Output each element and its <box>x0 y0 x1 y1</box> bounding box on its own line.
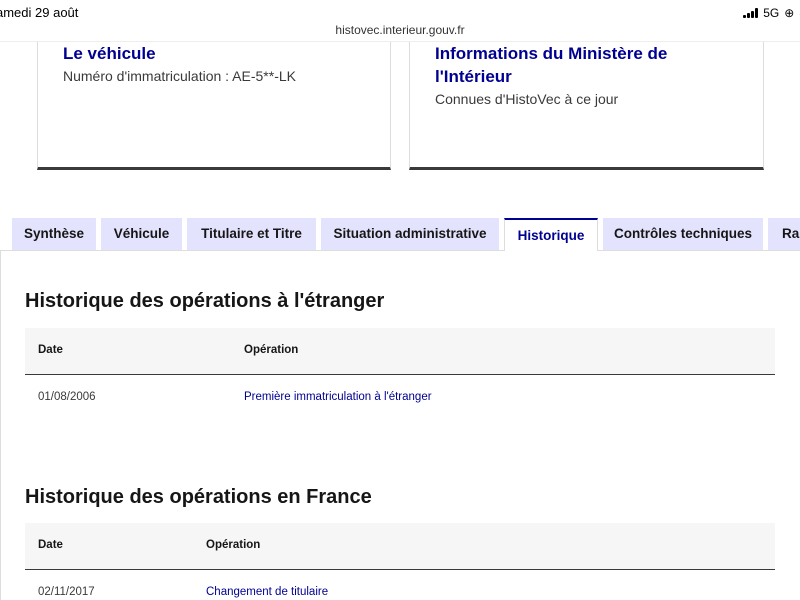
column-date: Date <box>38 539 63 551</box>
tab-historique[interactable]: Historique <box>504 218 598 251</box>
card-title[interactable]: Le véhicule <box>63 42 156 65</box>
table-header: Date Opération <box>25 523 775 570</box>
tab-vehicule[interactable]: Véhicule <box>101 218 182 250</box>
tab-titulaire-titre[interactable]: Titulaire et Titre <box>187 218 316 250</box>
column-operation: Opération <box>244 344 299 356</box>
row-date: 02/11/2017 <box>38 586 95 598</box>
status-indicators: 5G ⊕ 8 <box>743 6 800 20</box>
column-operation: Opération <box>206 539 261 551</box>
table-row: 02/11/2017 Changement de titulaire <box>25 570 775 600</box>
tab-controles-techniques[interactable]: Contrôles techniques <box>603 218 763 250</box>
tab-synthese[interactable]: Synthèse <box>12 218 96 250</box>
section-title-foreign: Historique des opérations à l'étranger <box>25 290 385 312</box>
orientation-lock-icon: ⊕ <box>784 6 795 20</box>
ministry-info-card: Informations du Ministère de l'Intérieur… <box>409 42 764 170</box>
france-operations-table: Date Opération 02/11/2017 Changement de … <box>25 523 775 600</box>
signal-icon <box>743 8 759 18</box>
card-description: Connues d'HistoVec à ce jour <box>435 91 619 107</box>
tab-bar: Synthèse Véhicule Titulaire et Titre Sit… <box>0 218 800 251</box>
table-row: 01/08/2006 Première immatriculation à l'… <box>25 375 775 421</box>
url-bar[interactable]: histovec.interieur.gouv.fr <box>0 23 800 37</box>
tab-situation-administrative[interactable]: Situation administrative <box>321 218 499 250</box>
foreign-operations-table: Date Opération 01/08/2006 Première immat… <box>25 328 775 421</box>
status-time: amedi 29 août <box>0 5 79 20</box>
status-bar: amedi 29 août 5G ⊕ 8 <box>0 0 800 24</box>
card-title[interactable]: Informations du Ministère de l'Intérieur <box>435 42 735 88</box>
row-operation[interactable]: Changement de titulaire <box>206 586 328 598</box>
row-date: 01/08/2006 <box>38 391 96 403</box>
card-description: Numéro d'immatriculation : AE-5**-LK <box>63 68 296 84</box>
column-date: Date <box>38 344 63 356</box>
row-operation[interactable]: Première immatriculation à l'étranger <box>244 391 432 403</box>
network-label: 5G <box>763 6 780 20</box>
section-title-france: Historique des opérations en France <box>25 486 372 508</box>
vehicle-card: Le véhicule Numéro d'immatriculation : A… <box>37 42 391 170</box>
tab-rapport[interactable]: Rap <box>768 218 800 250</box>
table-header: Date Opération <box>25 328 775 375</box>
